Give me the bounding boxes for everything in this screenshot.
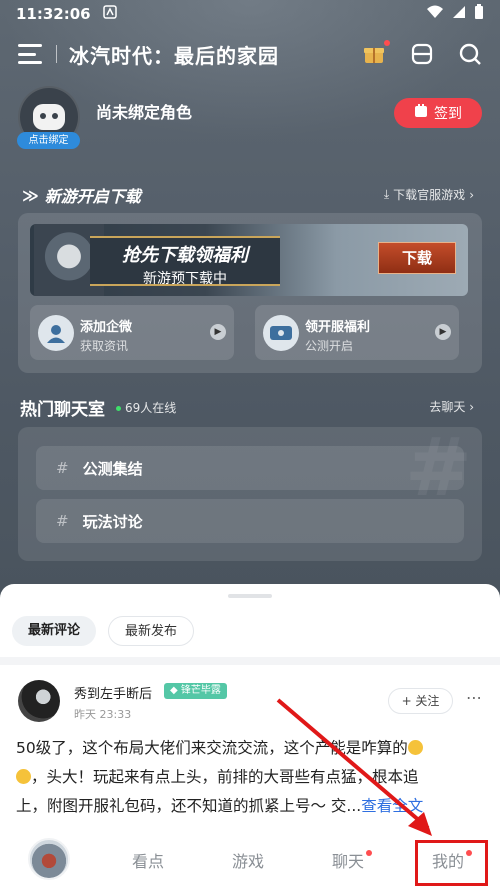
add-wechat-title: 添加企微 xyxy=(80,320,133,335)
welfare-ticket-icon xyxy=(263,315,299,351)
launch-welfare-subtitle: 公测开启 xyxy=(305,339,354,353)
go-chat-label: 去聊天 xyxy=(429,400,466,414)
online-count: 69人在线 xyxy=(116,399,176,416)
user-title-badge-text: 锋芒毕露 xyxy=(180,685,221,696)
online-dot-icon xyxy=(116,406,121,411)
more-options-icon[interactable]: ⋯ xyxy=(466,688,482,707)
wifi-icon xyxy=(426,5,444,23)
wechat-work-icon xyxy=(38,315,74,351)
view-full-text-link[interactable]: 查看全文 xyxy=(361,797,423,815)
calendar-icon xyxy=(414,104,428,122)
chevron-right-icon: › xyxy=(469,187,474,202)
hash-icon: # xyxy=(56,512,69,530)
chat-room-label: 玩法讨论 xyxy=(82,512,143,531)
annotation-highlight-box xyxy=(415,840,488,886)
page-title: 冰汽时代：最后的家园 xyxy=(69,43,279,68)
header-divider xyxy=(56,45,57,63)
sheet-drag-handle[interactable] xyxy=(228,594,272,598)
chat-notification-dot xyxy=(366,850,372,856)
add-wechat-card[interactable]: 添加企微 获取资讯 ▶ xyxy=(30,305,234,360)
tab-latest-posts[interactable]: 最新发布 xyxy=(108,616,195,646)
go-chat-link[interactable]: 去聊天 › xyxy=(429,398,474,415)
diamond-icon: ◆ xyxy=(170,685,181,696)
gift-notification-dot xyxy=(384,40,390,46)
user-title-badge: ◆ 锋芒毕露 xyxy=(164,683,227,699)
banner-text-box: 抢先下载领福利 新游预下载中 xyxy=(90,236,280,287)
post-line: 50级了，这个布局大佬们来交流交流，这个产能是咋算的 xyxy=(16,739,408,757)
nav-item-games[interactable]: 游戏 xyxy=(232,848,264,872)
app-header: 冰汽时代：最后的家园 xyxy=(0,34,500,74)
new-game-section-title: ≫ 新游开启下载 xyxy=(22,183,141,207)
signin-button[interactable]: 签到 xyxy=(394,98,482,128)
signal-icon xyxy=(452,5,466,23)
post-time: 昨天 23:33 xyxy=(74,708,132,721)
section-separator xyxy=(0,657,500,665)
download-official-label: 下载官服游戏 xyxy=(393,188,466,202)
double-chevron-icon: ≫ xyxy=(22,185,39,205)
post-line: ，头大！玩起来有点上头，前排的大哥些有点猛，根本追 xyxy=(31,768,419,786)
nav-item-highlights[interactable]: 看点 xyxy=(132,848,164,872)
banner-headline: 抢先下载领福利 xyxy=(122,245,248,266)
hash-icon: # xyxy=(56,459,69,477)
notification-icon xyxy=(102,5,117,23)
role-status-text: 尚未绑定角色 xyxy=(96,103,193,122)
chat-section-title: 热门聊天室 xyxy=(20,400,105,420)
status-time: 11:32:06 xyxy=(16,5,91,23)
menu-icon[interactable] xyxy=(18,44,42,64)
battery-icon xyxy=(474,4,484,24)
post-line: 上，附图开服礼包码，还不知道的抓紧上号～ 交... xyxy=(16,797,362,815)
add-wechat-subtitle: 获取资讯 xyxy=(80,339,129,353)
feed-tabs: 最新评论 最新发布 xyxy=(12,616,195,646)
new-game-title-text: 新游开启下载 xyxy=(44,187,141,206)
nav-item-chat[interactable]: 聊天 xyxy=(332,848,364,872)
arrow-right-icon: ▶ xyxy=(210,324,226,340)
follow-button[interactable]: + 关注 xyxy=(388,688,453,714)
emoji-icon xyxy=(407,740,423,755)
game-app-icon[interactable] xyxy=(28,838,70,880)
launch-welfare-card[interactable]: 领开服福利 公测开启 ▶ xyxy=(255,305,459,360)
gift-icon[interactable] xyxy=(362,40,390,66)
chat-room-item[interactable]: # 玩法讨论 xyxy=(36,499,464,543)
chat-room-label: 公测集结 xyxy=(82,459,143,478)
chevron-right-icon: › xyxy=(469,400,474,414)
arrow-right-icon: ▶ xyxy=(435,324,451,340)
emoji-icon xyxy=(16,769,31,784)
online-count-text: 69人在线 xyxy=(125,401,177,415)
launch-welfare-title: 领开服福利 xyxy=(305,320,371,335)
download-official-link[interactable]: ⤓ 下载官服游戏 › xyxy=(384,186,474,203)
search-icon[interactable] xyxy=(458,42,482,66)
tab-latest-comments[interactable]: 最新评论 xyxy=(12,616,97,646)
signin-label: 签到 xyxy=(434,106,462,122)
status-bar: 11:32:06 xyxy=(0,0,500,28)
post-content[interactable]: 50级了，这个布局大佬们来交流交流，这个产能是咋算的 ，头大！玩起来有点上头，前… xyxy=(16,734,484,821)
preload-banner[interactable]: 抢先下载领福利 新游预下载中 下载 xyxy=(30,224,468,296)
chat-room-item[interactable]: # 公测集结 xyxy=(36,446,464,490)
post-author-avatar[interactable] xyxy=(18,680,60,722)
scan-icon[interactable] xyxy=(410,42,434,66)
download-icon: ⤓ xyxy=(383,187,390,201)
post-author-name[interactable]: 秀到左手断后 xyxy=(74,683,152,702)
bind-role-badge[interactable]: 点击绑定 xyxy=(17,132,80,149)
banner-download-button[interactable]: 下载 xyxy=(378,242,456,274)
banner-subline: 新游预下载中 xyxy=(143,271,227,287)
